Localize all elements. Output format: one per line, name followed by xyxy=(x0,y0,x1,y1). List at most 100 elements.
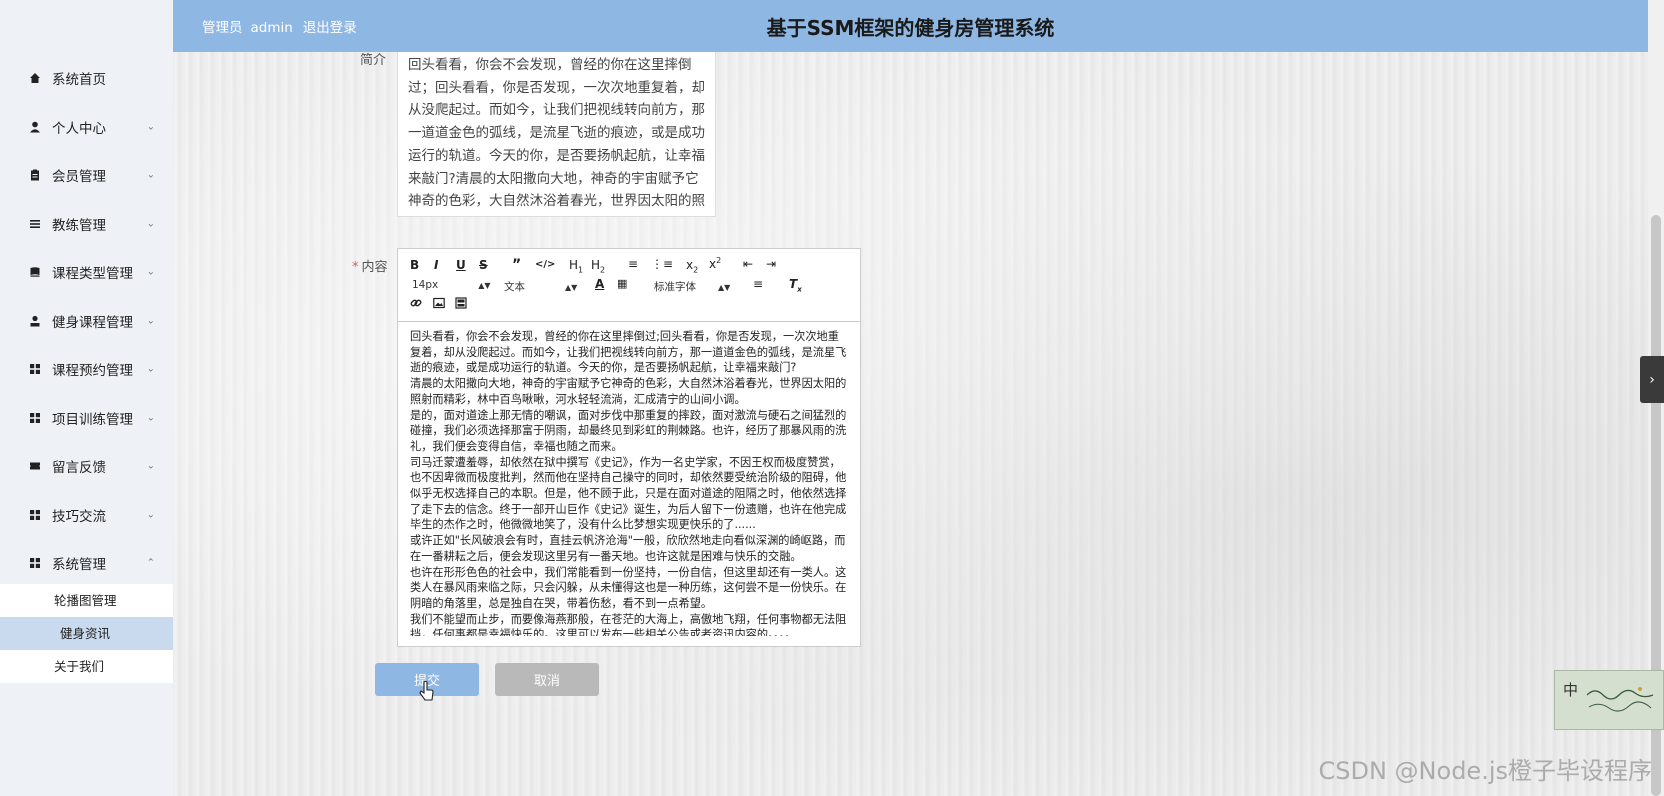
sidebar-item-members[interactable]: 会员管理 ⌄ xyxy=(0,151,173,200)
blockquote-icon[interactable]: ” xyxy=(512,257,521,273)
align-icon[interactable]: ≡ xyxy=(753,277,763,291)
subscript-icon[interactable]: x2 xyxy=(686,258,698,274)
mouse-pointer-icon xyxy=(418,680,436,707)
content-paragraph: 是的，面对道途上那无情的嘲讽，面对步伐中那重复的摔跤，面对激流与硬石之间猛烈的碰… xyxy=(410,408,847,453)
sidebar-menu: 系统首页 个人中心 ⌄ 会员管理 ⌄ 教练管理 ⌄ 课程类型管理 ⌄ 健身课程管… xyxy=(0,54,173,588)
bold-icon[interactable]: B xyxy=(410,258,419,272)
sidebar-item-label: 会员管理 xyxy=(52,169,106,186)
strike-icon[interactable]: S xyxy=(479,258,488,272)
video-icon[interactable] xyxy=(455,297,467,312)
chevron-down-icon: ⌄ xyxy=(146,315,155,327)
text-color-icon[interactable]: A xyxy=(595,277,604,291)
chevron-down-icon: ⌄ xyxy=(146,363,155,375)
sidebar: 系统首页 个人中心 ⌄ 会员管理 ⌄ 教练管理 ⌄ 课程类型管理 ⌄ 健身课程管… xyxy=(0,0,174,796)
chevron-right-icon: › xyxy=(1649,371,1655,388)
editor-content[interactable]: 回头看看，你会不会发现，曾经的你在这里摔倒过;回头看看，你是否发现，一次次地重复… xyxy=(410,329,850,636)
chevron-up-icon: ⌃ xyxy=(146,557,155,569)
ticket-icon xyxy=(28,459,42,473)
grid-icon xyxy=(28,362,42,376)
background-color-icon[interactable]: ▦ xyxy=(617,277,627,290)
italic-icon[interactable]: I xyxy=(434,258,438,272)
content-paragraph: 司马迁蒙遭羞辱，却依然在狱中撰写《史记》，作为一名史学家，不因王权而极度赞赏，也… xyxy=(410,455,847,532)
bullet-list-icon[interactable]: ⋮≡ xyxy=(651,257,673,271)
sidebar-item-fitness-courses[interactable]: 健身课程管理 ⌄ xyxy=(0,297,173,346)
chevron-down-icon: ⌄ xyxy=(146,266,155,278)
content-paragraph: 清晨的太阳撒向大地，神奇的宇宙赋予它神奇的色彩，大自然沐浴着春光，世界因太阳的照… xyxy=(410,377,847,406)
code-icon[interactable]: </> xyxy=(535,259,555,270)
h2-icon[interactable]: H2 xyxy=(591,258,605,274)
clear-format-icon[interactable]: Tx xyxy=(789,277,802,293)
sidebar-item-tips[interactable]: 技巧交流 ⌄ xyxy=(0,491,173,540)
grid-icon xyxy=(28,556,42,570)
sidebar-item-home[interactable]: 系统首页 xyxy=(0,54,173,103)
sidebar-item-label: 留言反馈 xyxy=(52,460,106,477)
required-asterisk: * xyxy=(352,260,359,275)
ime-logo-icon xyxy=(1585,681,1655,722)
underline-icon[interactable]: U xyxy=(456,258,466,272)
superscript-icon[interactable]: x2 xyxy=(709,256,721,271)
select-caret-icon: ▲▼ xyxy=(565,283,578,292)
sidebar-item-system[interactable]: 系统管理 ⌃ xyxy=(0,539,173,588)
content-label: * 内容 xyxy=(352,260,388,275)
intro-label: 简介 xyxy=(360,53,387,68)
chevron-down-icon: ⌄ xyxy=(146,412,155,424)
list-icon xyxy=(28,217,42,231)
user-icon xyxy=(28,314,42,328)
sidebar-item-profile[interactable]: 个人中心 ⌄ xyxy=(0,103,173,152)
submenu-item-carousel[interactable]: 轮播图管理 xyxy=(0,584,173,617)
side-panel-toggle[interactable]: › xyxy=(1640,356,1664,403)
sidebar-item-project-training[interactable]: 项目训练管理 ⌄ xyxy=(0,394,173,443)
content-paragraph: 或许正如"长风破浪会有时，直挂云帆济沧海"一般，欣欣然地走向看似深渊的崎岖路，而… xyxy=(410,534,846,563)
cancel-button[interactable]: 取消 xyxy=(495,663,599,696)
content-paragraph: 也许在形形色色的社会中，我们常能看到一份坚持，一份自信，但这里却还有一类人。这类… xyxy=(410,565,847,610)
select-caret-icon: ▲▼ xyxy=(478,281,491,290)
top-header: 管理员 admin 退出登录 基于SSM框架的健身房管理系统 xyxy=(173,0,1648,52)
chevron-down-icon: ⌄ xyxy=(146,509,155,521)
sidebar-item-label: 教练管理 xyxy=(52,217,106,234)
system-submenu: 轮播图管理 健身资讯 关于我们 xyxy=(0,584,173,683)
image-icon[interactable] xyxy=(433,297,445,312)
ordered-list-icon[interactable]: ≡ xyxy=(628,257,638,271)
chevron-down-icon: ⌄ xyxy=(146,121,155,133)
sidebar-item-feedback[interactable]: 留言反馈 ⌄ xyxy=(0,442,173,491)
sidebar-item-label: 技巧交流 xyxy=(52,508,106,525)
content-paragraph: 我们不能望而止步，而要像海燕那般，在苍茫的大海上，高傲地飞翔，任何事物都无法阻挡… xyxy=(410,612,847,636)
ime-mode-label: 中 xyxy=(1563,681,1579,699)
chevron-down-icon: ⌄ xyxy=(146,169,155,181)
submenu-item-about-us[interactable]: 关于我们 xyxy=(0,650,173,683)
select-caret-icon: ▲▼ xyxy=(718,283,731,292)
chevron-down-icon: ⌄ xyxy=(146,460,155,472)
clipboard-icon xyxy=(28,168,42,182)
text-type-select[interactable]: 文本 ▲▼ xyxy=(504,279,577,294)
rich-text-editor: B I U S ” </> H1 H2 ≡ ⋮≡ x2 x2 ⇤ ⇥ 14px ▲… xyxy=(397,248,861,647)
h1-icon[interactable]: H1 xyxy=(569,258,583,274)
editor-toolbar: B I U S ” </> H1 H2 ≡ ⋮≡ x2 x2 ⇤ ⇥ 14px ▲… xyxy=(398,249,860,322)
sidebar-item-label: 系统管理 xyxy=(52,557,106,574)
chevron-down-icon: ⌄ xyxy=(146,218,155,230)
user-icon xyxy=(28,120,42,134)
watermark-text: CSDN @Node.js橙子毕设程序 xyxy=(1318,757,1653,785)
home-icon xyxy=(28,71,42,85)
font-family-select[interactable]: 标准字体 ▲▼ xyxy=(654,279,730,294)
sidebar-item-label: 健身课程管理 xyxy=(52,314,133,331)
ime-widget[interactable]: 中 xyxy=(1554,670,1664,730)
main-content: 简介 回头看看，你会不会发现，曾经的你在这里摔倒过；回头看看，你是否发现，一次次… xyxy=(173,52,1648,796)
sidebar-item-course-types[interactable]: 课程类型管理 ⌄ xyxy=(0,248,173,297)
font-size-select[interactable]: 14px ▲▼ xyxy=(412,279,491,291)
page-title: 基于SSM框架的健身房管理系统 xyxy=(766,16,1055,40)
link-icon[interactable] xyxy=(410,297,422,312)
intro-textarea[interactable]: 回头看看，你会不会发现，曾经的你在这里摔倒过；回头看看，你是否发现，一次次地重复… xyxy=(397,52,716,217)
content-paragraph: 回头看看，你会不会发现，曾经的你在这里摔倒过;回头看看，你是否发现，一次次地重复… xyxy=(410,330,847,375)
grid-icon xyxy=(28,411,42,425)
submenu-item-fitness-news[interactable]: 健身资讯 xyxy=(0,617,173,650)
sidebar-item-label: 项目训练管理 xyxy=(52,411,133,428)
sidebar-item-label: 课程预约管理 xyxy=(52,363,133,380)
sidebar-item-course-booking[interactable]: 课程预约管理 ⌄ xyxy=(0,345,173,394)
outdent-icon[interactable]: ⇤ xyxy=(743,257,753,271)
sidebar-item-coaches[interactable]: 教练管理 ⌄ xyxy=(0,200,173,249)
grid-icon xyxy=(28,508,42,522)
indent-icon[interactable]: ⇥ xyxy=(766,257,776,271)
sidebar-item-label: 课程类型管理 xyxy=(52,266,133,283)
sidebar-item-label: 个人中心 xyxy=(52,120,106,137)
sidebar-item-label: 系统首页 xyxy=(52,72,106,89)
